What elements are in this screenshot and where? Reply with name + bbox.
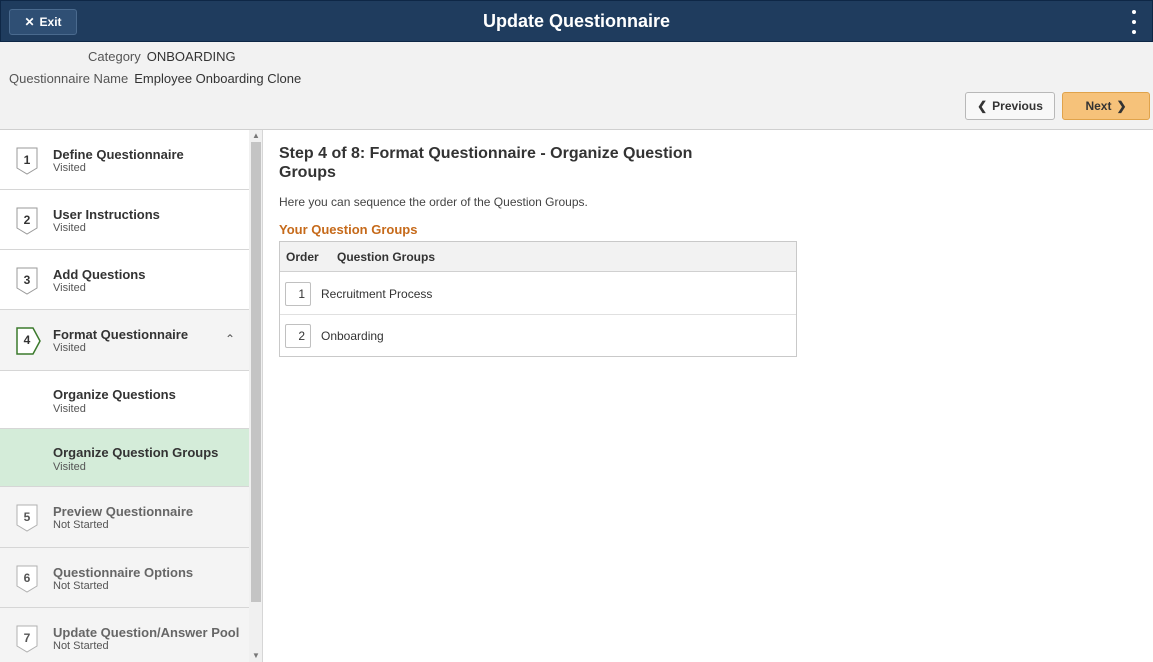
step-status: Not Started [53,640,109,652]
table-row: 2 Onboarding [280,315,796,357]
questionnaire-name-row: Questionnaire Name Employee Onboarding Cl… [9,71,301,86]
order-input[interactable]: 1 [285,282,311,306]
order-input[interactable]: 2 [285,324,311,348]
step-title: Define Questionnaire [53,147,184,162]
step-status: Visited [53,342,86,354]
step-number-badge: 3 [16,267,40,295]
step-nav-scrollbar[interactable]: ▲ ▼ [249,130,262,662]
step-heading: Step 4 of 8: Format Questionnaire - Orga… [279,145,693,181]
scroll-down-arrow-icon[interactable]: ▼ [251,651,261,661]
previous-button[interactable]: ❮ Previous [965,92,1055,120]
substep-organize-questions[interactable]: Organize Questions Visited [0,371,249,429]
step-user-instructions[interactable]: 2 User Instructions Visited [0,190,249,250]
substep-status: Visited [53,461,86,473]
step-update-question-answer-pool[interactable]: 7 Update Question/Answer Pool Not Starte… [0,608,249,662]
category-row: Category ONBOARDING [88,49,236,64]
questionnaire-name-label: Questionnaire Name [9,71,129,86]
step-questionnaire-options[interactable]: 6 Questionnaire Options Not Started [0,548,249,608]
scroll-up-arrow-icon[interactable]: ▲ [251,131,261,141]
scrollbar-thumb[interactable] [251,142,261,602]
step-define-questionnaire[interactable]: 1 Define Questionnaire Visited [0,130,249,190]
question-groups-heading: Your Question Groups [279,222,418,237]
step-number-badge: 4 [16,327,41,355]
previous-label: Previous [992,99,1043,113]
actions-menu-icon[interactable] [1130,10,1138,34]
title-banner: ✕ Exit Update Questionnaire [0,0,1153,42]
step-number-badge: 2 [16,207,40,235]
substep-organize-question-groups[interactable]: Organize Question Groups Visited [0,429,249,487]
column-header-order: Order [286,250,319,264]
next-button[interactable]: Next ❯ [1062,92,1150,120]
grid-header: Order Question Groups [280,242,796,272]
step-number-badge: 1 [16,147,40,175]
step-format-questionnaire[interactable]: 4 Format Questionnaire Visited ⌃ [0,310,249,371]
category-value: ONBOARDING [146,49,236,64]
step-status: Visited [53,222,86,234]
questionnaire-info: Category ONBOARDING Questionnaire Name Emp… [0,42,1153,130]
chevron-left-icon: ❮ [977,99,988,113]
step-status: Visited [53,282,86,294]
step-status: Not Started [53,519,109,531]
substep-title: Organize Questions [53,387,176,402]
step-navigation: 1 Define Questionnaire Visited 2 User In… [0,130,263,662]
page-title: Update Questionnaire [482,11,671,31]
next-label: Next [1085,99,1112,113]
category-label: Category [88,49,141,64]
step-number-badge: 7 [16,625,40,653]
question-group-name: Onboarding [321,329,384,343]
table-row: 1 Recruitment Process [280,273,796,315]
substep-status: Visited [53,403,86,415]
step-title: Preview Questionnaire [53,504,194,519]
step-status: Not Started [53,580,109,592]
question-group-name: Recruitment Process [321,287,433,301]
column-header-question-groups: Question Groups [337,250,436,264]
substep-title: Organize Question Groups [53,445,219,460]
step-title: Format Questionnaire [53,327,189,342]
step-title: User Instructions [53,207,160,222]
step-title: Questionnaire Options [53,565,194,580]
step-number-badge: 5 [16,504,40,532]
step-status: Visited [53,162,86,174]
chevron-up-icon[interactable]: ⌃ [225,332,235,346]
step-add-questions[interactable]: 3 Add Questions Visited [0,250,249,310]
chevron-right-icon: ❯ [1116,99,1127,113]
step-number-badge: 6 [16,565,40,593]
step-title: Add Questions [53,267,146,282]
question-groups-grid: Order Question Groups 1 Recruitment Proc… [279,241,797,357]
step-description: Here you can sequence the order of the Q… [279,195,588,209]
step-title: Update Question/Answer Pool [53,625,240,640]
step-preview-questionnaire[interactable]: 5 Preview Questionnaire Not Started [0,487,249,548]
questionnaire-name-value: Employee Onboarding Clone [134,71,302,86]
